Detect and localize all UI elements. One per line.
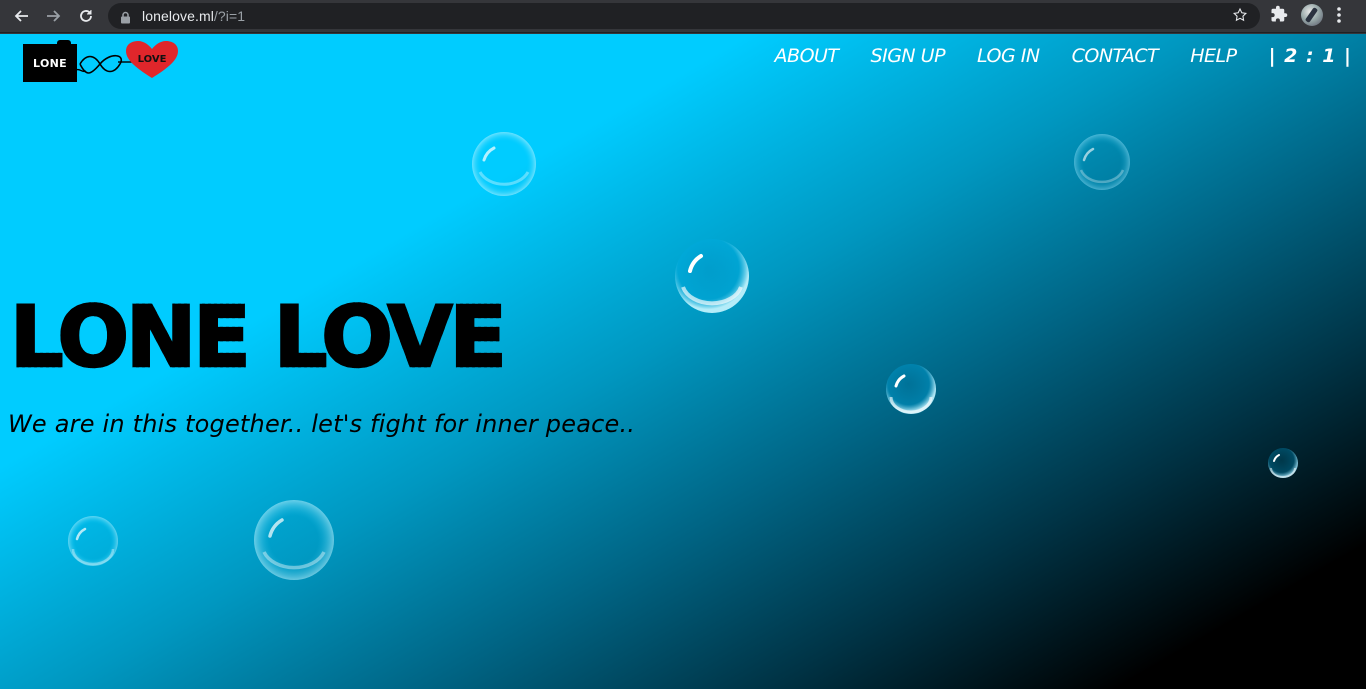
logo-love-text: LOVE xyxy=(137,54,167,65)
nav-counter[interactable]: | 2 : 1 | xyxy=(1269,45,1352,67)
nav-contact[interactable]: CONTACT xyxy=(1072,45,1159,67)
bubble-icon xyxy=(886,364,936,414)
hero-section: LONE LOVE ABOUT SIGN UP LOG IN CONTACT H… xyxy=(0,34,1366,689)
lock-icon[interactable] xyxy=(120,9,131,28)
address-bar[interactable]: lonelove.ml/?i=1 xyxy=(108,3,1260,29)
main-nav: ABOUT SIGN UP LOG IN CONTACT HELP | 2 : … xyxy=(743,45,1352,67)
bubble-icon xyxy=(1074,134,1130,190)
bubble-icon xyxy=(254,500,334,580)
reload-icon[interactable] xyxy=(74,4,98,28)
nav-log-in[interactable]: LOG IN xyxy=(977,45,1040,67)
forward-arrow-icon[interactable] xyxy=(42,4,66,28)
back-arrow-icon[interactable] xyxy=(9,4,33,28)
logo-lone-block: LONE xyxy=(23,40,77,82)
nav-sign-up[interactable]: SIGN UP xyxy=(871,45,946,67)
site-logo[interactable]: LONE LOVE xyxy=(22,40,180,82)
url-text: lonelove.ml/?i=1 xyxy=(142,8,246,24)
profile-avatar[interactable] xyxy=(1301,4,1323,26)
hero-title: LONE LOVE xyxy=(9,288,508,386)
bubble-icon xyxy=(68,516,118,566)
bubble-icon xyxy=(472,132,536,196)
nav-about[interactable]: ABOUT xyxy=(775,45,840,67)
nav-help[interactable]: HELP xyxy=(1190,45,1237,67)
menu-dots-icon[interactable] xyxy=(1336,6,1342,28)
browser-toolbar: lonelove.ml/?i=1 xyxy=(0,0,1366,33)
bubble-icon xyxy=(1268,448,1298,478)
extensions-puzzle-icon[interactable] xyxy=(1270,5,1288,27)
bubble-icon xyxy=(675,239,749,313)
hero-tagline: We are in this together.. let's fight fo… xyxy=(8,410,636,438)
bookmark-star-icon[interactable] xyxy=(1232,7,1248,27)
